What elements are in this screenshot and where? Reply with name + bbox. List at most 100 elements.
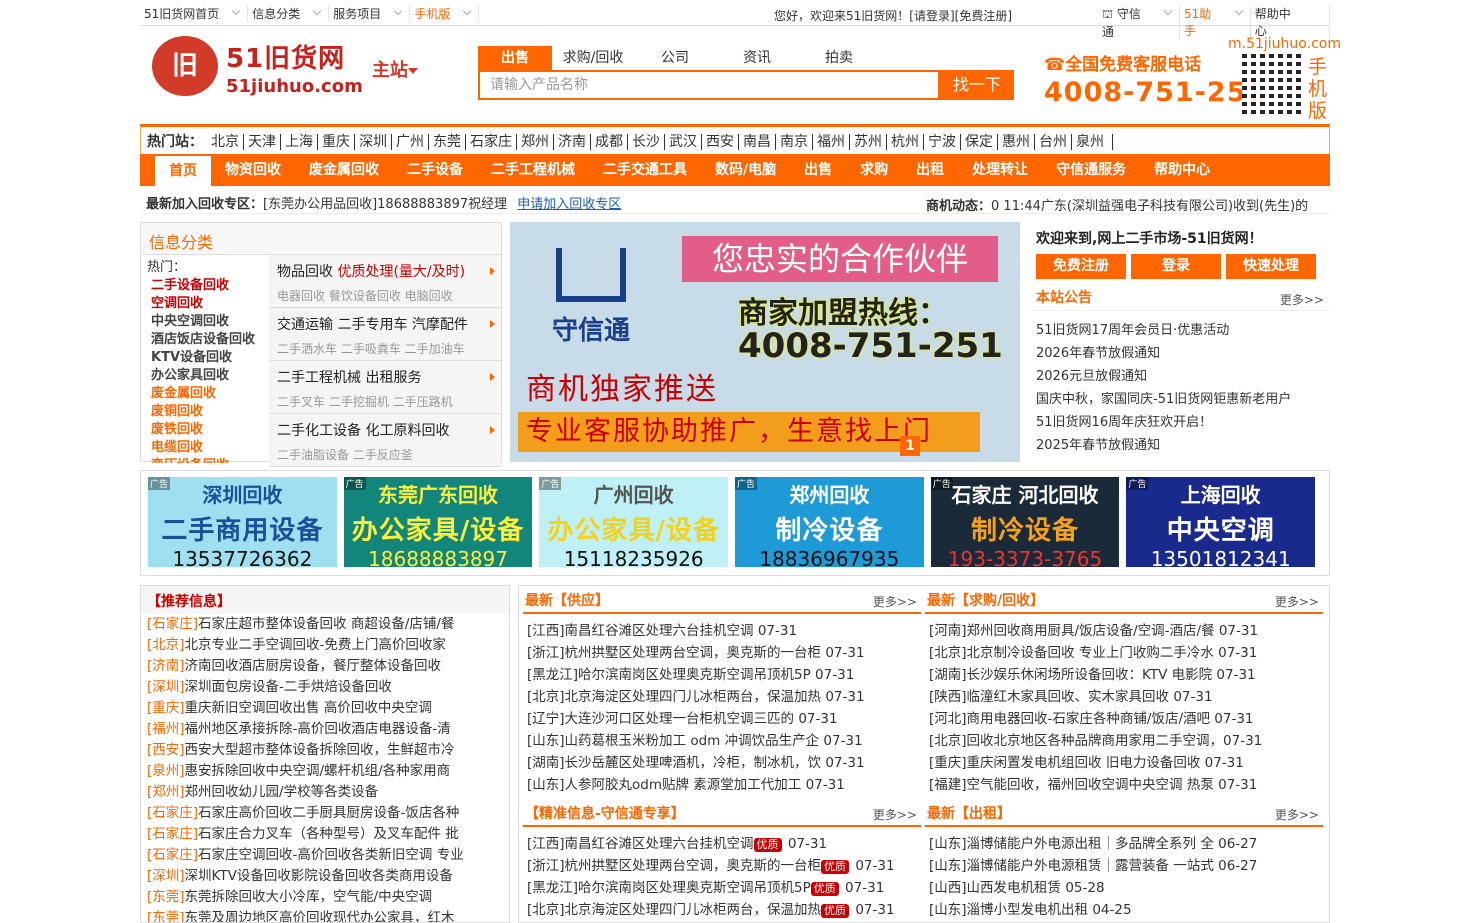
hot-category-link[interactable]: 中央空调回收 — [147, 313, 269, 331]
welcome-text[interactable]: 您好，欢迎来51旧货网！[请登录][免费注册] — [774, 7, 1012, 24]
mobile-label[interactable]: 手机版 — [1308, 56, 1328, 122]
hot-category-link[interactable]: 二手设备回收 — [147, 277, 269, 295]
listing-item[interactable]: [河北]商用电器回收-石家庄各种商铺/饭店/酒吧 07-31 — [929, 708, 1319, 730]
city-link[interactable]: 泉州 — [1072, 134, 1108, 150]
city-link[interactable]: 苏州 — [850, 134, 887, 150]
listing-item[interactable]: [黑龙江]哈尔滨南岗区处理奥克斯空调吊顶机5P 07-31 — [527, 664, 917, 686]
listing-item[interactable]: [北京]北京制冷设备回收 专业上门收购二手冷水 07-31 — [929, 642, 1319, 664]
category-title[interactable]: 交通运输 二手专用车 汽摩配件 — [277, 314, 493, 334]
nav-item[interactable]: 废金属回收 — [295, 154, 393, 186]
hot-category-link[interactable]: 空调回收 — [147, 295, 269, 313]
city-link[interactable]: 成都 — [591, 134, 628, 150]
notice-more-link[interactable]: 更多>> — [1280, 291, 1324, 308]
listing-item[interactable]: [山东]山药葛根玉米粉加工 odm 冲调饮品生产企 07-31 — [527, 730, 917, 752]
hot-category-link[interactable]: 酒店饭店设备回收 — [147, 331, 269, 349]
nav-item[interactable]: 二手交通工具 — [589, 154, 701, 186]
recommend-item[interactable]: [石家庄]石家庄超市整体设备回收 商超设备/店铺/餐 — [147, 614, 503, 635]
listing-item[interactable]: [山东]淄博小型发电机出租 04-25 — [929, 899, 1319, 921]
listing-item[interactable]: [山西]山西发电机租赁 05-28 — [929, 877, 1319, 899]
news-item[interactable]: [东莞办公用品回收]18688883897祝经理 — [263, 197, 507, 212]
category-item[interactable]: 二手化工设备 化工原料回收 二手油脂设备 二手反应釜 — [269, 414, 501, 467]
topbar-link[interactable]: 信息分类 — [248, 5, 330, 22]
listing-item[interactable]: [陕西]临潼红木家具回收、实木家具回收 07-31 — [929, 686, 1319, 708]
notice-item[interactable]: 2026年春节放假通知 — [1036, 342, 1324, 365]
listing-item[interactable]: [浙江]杭州拱墅区处理两台空调，奥克斯的一台柜 07-31 — [527, 642, 917, 664]
biz-ticker[interactable]: 0 11:44广东(深圳益强电子科技有限公司)收到(先生)的 — [991, 199, 1308, 214]
mobile-version[interactable]: m.51jiuhuo.com 手机版 — [1228, 36, 1341, 122]
category-sublinks[interactable]: 二手叉车 二手挖掘机 二手压路机 — [277, 393, 493, 410]
city-link[interactable]: 福州 — [813, 134, 850, 150]
ad-banner[interactable]: 广告 郑州回收 制冷设备 18836967935 — [735, 477, 924, 567]
precise-item[interactable]: [黑龙江]哈尔滨南岗区处理奥克斯空调吊顶机5P 优质 07-31 — [527, 877, 917, 899]
category-title[interactable]: 二手工程机械 出租服务 — [277, 367, 493, 387]
category-title[interactable]: 二手化工设备 化工原料回收 — [277, 420, 493, 440]
category-item[interactable]: 物品回收 优质处理(量大/及时) 电器回收 餐饮设备回收 电脑回收 — [269, 255, 501, 308]
hot-category-link[interactable]: 废金属回收 — [147, 385, 269, 403]
city-link[interactable]: 石家庄 — [466, 134, 517, 150]
category-sublinks[interactable]: 电器回收 餐饮设备回收 电脑回收 — [277, 287, 493, 304]
listing-item[interactable]: [湖南]长沙岳麓区处理啤酒机，冷柜，制冰机，饮 07-31 — [527, 752, 917, 774]
nav-item[interactable]: 二手工程机械 — [477, 154, 589, 186]
welcome-button[interactable]: 免费注册 — [1036, 254, 1126, 279]
city-link[interactable]: 天津 — [244, 134, 281, 150]
ad-banner[interactable]: 广告 石家庄 河北回收 制冷设备 193-3373-3765 — [930, 477, 1120, 567]
city-link[interactable]: 南京 — [776, 134, 813, 150]
topbar-link[interactable]: 服务项目 — [329, 5, 411, 22]
precise-item[interactable]: [江西]南昌红谷滩区处理六台挂机空调 优质 07-31 — [527, 833, 917, 855]
topbar-link[interactable]: 手机版 — [410, 5, 480, 22]
nav-item[interactable]: 守信通服务 — [1042, 154, 1140, 186]
category-highlight[interactable]: 优质处理(量大/及时) — [337, 264, 465, 280]
search-tab[interactable]: 出售 — [478, 46, 552, 70]
welcome-button[interactable]: 登录 — [1131, 254, 1221, 279]
listing-item[interactable]: [河南]郑州回收商用厨具/饭店设备/空调-酒店/餐 07-31 — [929, 620, 1319, 642]
nav-item[interactable]: 处理转让 — [958, 154, 1042, 186]
recommend-item[interactable]: [深圳]深圳KTV设备回收影院设备回收各类商用设备 — [147, 866, 503, 887]
listing-item[interactable]: [山东]淄博储能户外电源出租｜多品牌全系列 全 06-27 — [929, 833, 1319, 855]
city-link[interactable]: 南昌 — [739, 134, 776, 150]
category-title[interactable]: 物品回收 优质处理(量大/及时) — [277, 261, 493, 281]
hot-category-link[interactable]: KTV设备回收 — [147, 349, 269, 367]
hot-category-link[interactable]: 办公家具回收 — [147, 367, 269, 385]
ad-banner[interactable]: 广告 上海回收 中央空调 13501812341 — [1126, 477, 1316, 567]
listing-item[interactable]: [重庆]重庆闲置发电机组回收 旧电力设备回收 07-31 — [929, 752, 1319, 774]
precise-item[interactable]: [浙江]杭州拱墅区处理两台空调，奥克斯的一台柜 优质 07-31 — [527, 855, 917, 877]
city-link[interactable]: 杭州 — [887, 134, 924, 150]
listing-item[interactable]: [福建]空气能回收，福州回收空调中央空调 热泵 07-31 — [929, 774, 1319, 796]
city-link[interactable]: 台州 — [1035, 134, 1072, 150]
nav-item[interactable]: 物资回收 — [211, 154, 295, 186]
city-link[interactable]: 西安 — [702, 134, 739, 150]
listing-item[interactable]: [湖南]长沙娱乐休闲场所设备回收：KTV 电影院 07-31 — [929, 664, 1319, 686]
recommend-item[interactable]: [福州]福州地区承接拆除-高价回收酒店电器设备-清 — [147, 719, 503, 740]
city-link[interactable]: 上海 — [281, 134, 318, 150]
nav-item[interactable]: 二手设备 — [393, 154, 477, 186]
ad-banner[interactable]: 广告 广州回收 办公家具/设备 15118235926 — [539, 477, 729, 567]
recommend-item[interactable]: [石家庄]石家庄合力叉车（各种型号）及叉车配件 批 — [147, 824, 503, 845]
category-sublinks[interactable]: 二手油脂设备 二手反应釜 — [277, 446, 493, 463]
listing-item[interactable]: [山东]淄博储能户外电源租赁｜露营装备 一站式 06-27 — [929, 855, 1319, 877]
recommend-item[interactable]: [东莞]东莞拆除回收大小冷库，空气能/中央空调 — [147, 887, 503, 908]
nav-item[interactable]: 帮助中心 — [1140, 154, 1224, 186]
city-link[interactable]: 深圳 — [355, 134, 392, 150]
category-sublinks[interactable]: 二手洒水车 二手吸粪车 二手加油车 — [277, 340, 493, 357]
city-link[interactable]: 广州 — [392, 134, 429, 150]
category-item[interactable]: 交通运输 二手专用车 汽摩配件 二手洒水车 二手吸粪车 二手加油车 — [269, 308, 501, 361]
city-link[interactable]: 东莞 — [429, 134, 466, 150]
ad-banner[interactable]: 广告 东莞广东回收 办公家具/设备 18688883897 — [343, 477, 533, 567]
listing-item[interactable]: [北京]回收北京地区各种品牌商用家用二手空调，07-31 — [929, 730, 1319, 752]
nav-item[interactable]: 首页 — [155, 156, 211, 186]
search-input[interactable]: 请输入产品名称 — [478, 70, 940, 100]
site-logo[interactable]: 旧 51旧货网 51jiuhuo.com — [152, 34, 363, 100]
promo-banner[interactable]: 守信通 您忠实的合作伙伴 商家加盟热线： 4008-751-251 商机独家推送… — [510, 222, 1020, 462]
recommend-item[interactable]: [石家庄]石家庄高价回收二手厨具厨房设备-饭店各种 — [147, 803, 503, 824]
hot-category-link[interactable]: 废铁回收 — [147, 421, 269, 439]
search-tab[interactable]: 拍卖 — [798, 46, 880, 70]
nav-item[interactable]: 数码/电脑 — [701, 154, 790, 186]
main-site-switch[interactable]: 主站 — [372, 56, 418, 82]
precise-item[interactable]: [北京]北京海淀区处理四门儿冰柜两台，保温加热 优质 07-31 — [527, 899, 917, 921]
recommend-item[interactable]: [重庆]重庆新旧空调回收出售 高价回收中央空调 — [147, 698, 503, 719]
recommend-item[interactable]: [东莞]东莞及周边地区高价回收现代办公家具，红木 — [147, 908, 503, 922]
search-tab[interactable]: 求购/回收 — [552, 46, 634, 70]
recommend-item[interactable]: [郑州]郑州回收幼儿园/学校等各类设备 — [147, 782, 503, 803]
search-tab[interactable]: 公司 — [634, 46, 716, 70]
city-link[interactable]: 济南 — [554, 134, 591, 150]
